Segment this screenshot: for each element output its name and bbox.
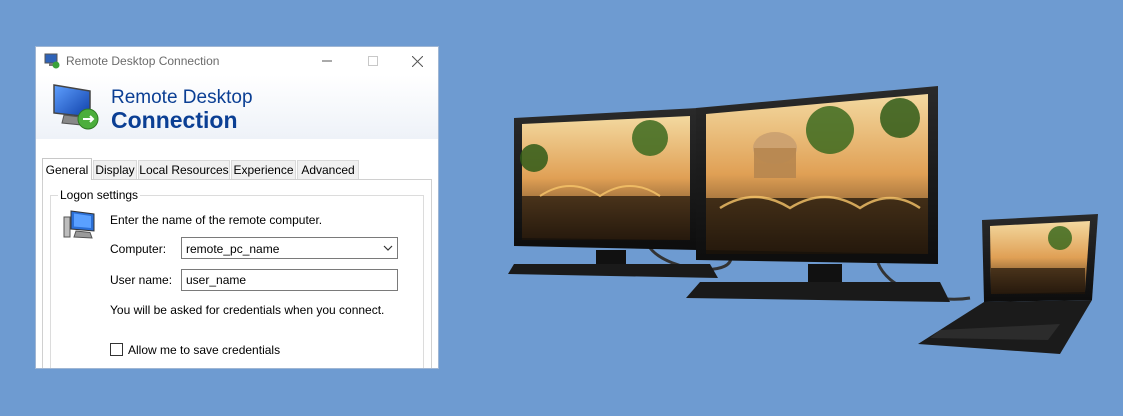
credentials-note: You will be asked for credentials when y…	[110, 303, 385, 317]
banner-title-line2: Connection	[111, 107, 238, 133]
close-button[interactable]	[394, 47, 438, 75]
title-bar[interactable]: Remote Desktop Connection	[36, 47, 438, 75]
user-name-label: User name:	[110, 273, 173, 287]
instruction-text: Enter the name of the remote computer.	[110, 213, 323, 227]
center-monitor	[686, 86, 950, 302]
computer-combobox[interactable]: remote_pc_name	[181, 237, 398, 259]
general-tab-panel: Logon settings Enter the name of the rem…	[42, 179, 432, 368]
logon-settings-label: Logon settings	[58, 188, 141, 202]
banner: Remote Desktop Connection	[36, 75, 438, 139]
laptop	[918, 214, 1098, 354]
dual-monitor-laptop-illustration	[508, 86, 1098, 354]
logon-settings-group: Logon settings Enter the name of the rem…	[50, 188, 424, 368]
save-credentials-checkbox[interactable]	[110, 343, 123, 356]
save-credentials-label[interactable]: Allow me to save credentials	[128, 343, 280, 357]
tab-general[interactable]: General	[42, 158, 92, 180]
minimize-button[interactable]	[304, 47, 350, 75]
tab-advanced[interactable]: Advanced	[297, 160, 359, 179]
user-name-input[interactable]	[181, 269, 398, 291]
tab-strip: General Display Local Resources Experien…	[42, 158, 434, 180]
remote-desktop-app-icon	[44, 53, 60, 69]
chevron-down-icon[interactable]	[383, 244, 393, 252]
close-icon	[411, 55, 423, 67]
window-title: Remote Desktop Connection	[66, 54, 220, 68]
tab-experience[interactable]: Experience	[231, 160, 296, 179]
maximize-button[interactable]	[350, 47, 396, 75]
computer-icon	[63, 210, 95, 239]
tab-display[interactable]: Display	[93, 160, 137, 179]
maximize-icon	[368, 56, 378, 66]
remote-desktop-window: Remote Desktop Connection Remote Desktop…	[35, 46, 439, 369]
tab-local-resources[interactable]: Local Resources	[138, 160, 230, 179]
minimize-icon	[322, 60, 332, 62]
left-monitor	[508, 108, 718, 278]
computer-value: remote_pc_name	[186, 242, 280, 256]
banner-title-line1: Remote Desktop	[111, 87, 253, 108]
computer-label: Computer:	[110, 242, 167, 256]
remote-desktop-logo-icon	[53, 84, 99, 130]
